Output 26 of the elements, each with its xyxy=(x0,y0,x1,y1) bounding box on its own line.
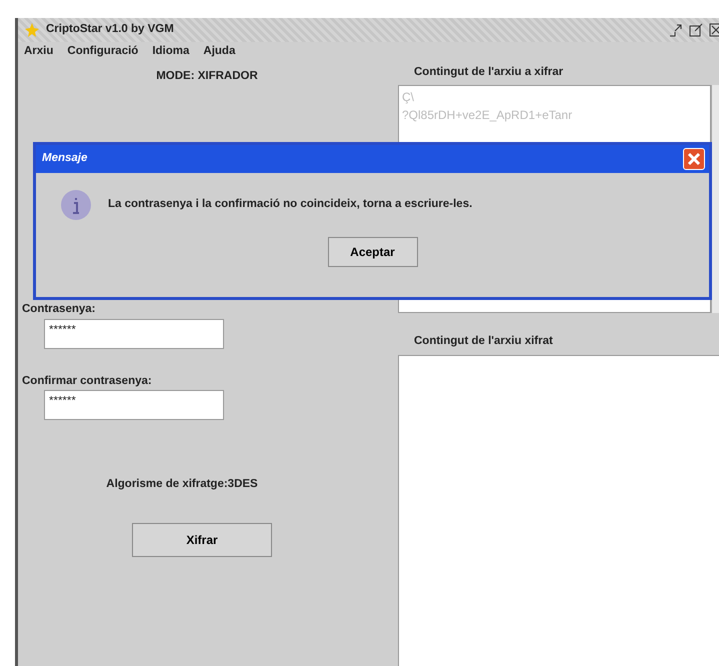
close-icon[interactable] xyxy=(709,23,719,37)
maximize-icon[interactable] xyxy=(689,23,703,37)
panel-header: Contingut de l'arxiu a xifrar xyxy=(413,65,564,80)
menu-item[interactable]: Idioma xyxy=(152,43,190,61)
minimize-icon[interactable] xyxy=(669,23,683,37)
panel-header: Contingut de l'arxiu xifrat xyxy=(413,334,554,350)
info-icon xyxy=(60,189,92,221)
text-line: ?Ql85rDH+ve2E_ApRD1+eTanr xyxy=(402,107,574,124)
window-title: CriptoStar v1.0 by VGM xyxy=(46,22,174,38)
accept-button[interactable]: Aceptar xyxy=(328,237,418,267)
close-icon xyxy=(687,152,701,166)
password-label: Contrasenya: xyxy=(22,302,96,318)
menu-item[interactable]: Arxiu xyxy=(24,43,54,61)
confirm-password-label: Confirmar contrasenya: xyxy=(22,374,153,388)
star-icon xyxy=(24,22,40,38)
text-line: Ç\ xyxy=(402,89,415,106)
confirm-password-field[interactable]: ****** xyxy=(44,390,224,420)
menu-item[interactable]: Configuració xyxy=(67,43,138,61)
encrypt-button[interactable]: Xifrar xyxy=(132,523,272,557)
password-field[interactable]: ****** xyxy=(44,318,224,348)
dialog-message: La contrasenya i la confirmació no coincideix, torna a escriure-les. xyxy=(108,197,472,212)
menu-item[interactable]: Ajuda xyxy=(203,43,236,61)
dialog-title: Mensaje xyxy=(42,151,88,166)
close-button[interactable] xyxy=(683,148,705,170)
algorithm-label: Algorisme de xifratge:3DES xyxy=(105,476,259,492)
mode-label: MODE: XIFRADOR xyxy=(155,69,259,84)
